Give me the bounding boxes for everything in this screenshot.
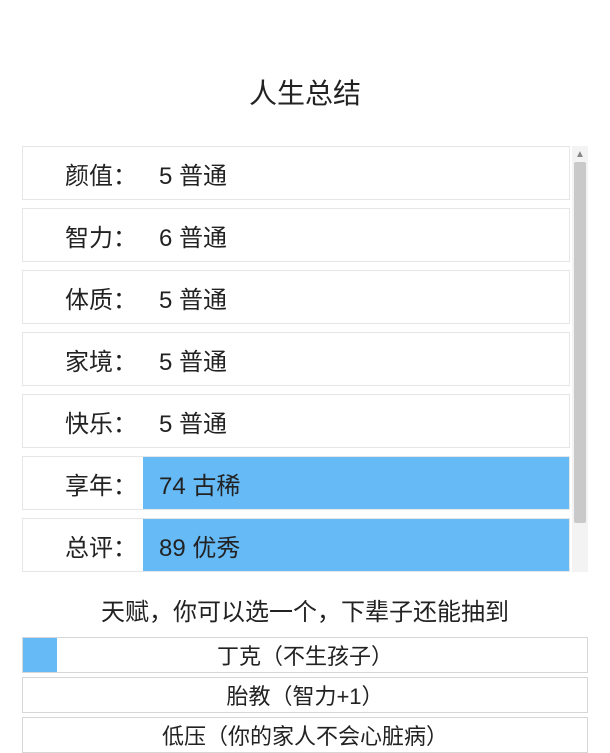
talent-item[interactable]: 丁克（不生孩子） <box>22 637 588 673</box>
stat-row: 颜值：5 普通 <box>22 146 570 200</box>
stat-label: 体质： <box>23 271 143 323</box>
page-title: 人生总结 <box>0 0 610 146</box>
scroll-up-icon[interactable]: ▲ <box>572 146 588 162</box>
stat-label: 享年： <box>23 457 143 509</box>
talent-list: 丁克（不生孩子） 胎教（智力+1） 低压（你的家人不会心脏病） <box>22 637 588 753</box>
stat-label: 快乐： <box>23 395 143 447</box>
scroll-track[interactable] <box>572 162 588 572</box>
stat-value: 5 普通 <box>143 395 569 447</box>
stat-value: 74 古稀 <box>143 457 569 509</box>
stat-label: 颜值： <box>23 147 143 199</box>
selected-indicator <box>23 638 57 672</box>
talent-prompt: 天赋，你可以选一个，下辈子还能抽到 <box>0 592 610 627</box>
stat-row: 智力：6 普通 <box>22 208 570 262</box>
talent-item[interactable]: 胎教（智力+1） <box>22 677 588 713</box>
talent-label: 丁克（不生孩子） <box>217 639 393 671</box>
stat-row: 享年：74 古稀 <box>22 456 570 510</box>
stat-label: 家境： <box>23 333 143 385</box>
stat-label: 总评： <box>23 519 143 571</box>
talent-label: 胎教（智力+1） <box>226 679 383 711</box>
stat-value: 6 普通 <box>143 209 569 261</box>
scrollbar[interactable]: ▲ <box>572 146 588 572</box>
stat-row: 快乐：5 普通 <box>22 394 570 448</box>
stat-value: 5 普通 <box>143 147 569 199</box>
stat-value: 89 优秀 <box>143 519 569 571</box>
stat-row: 总评：89 优秀 <box>22 518 570 572</box>
stat-row: 家境：5 普通 <box>22 332 570 386</box>
talent-label: 低压（你的家人不会心脏病） <box>162 719 448 751</box>
scroll-thumb[interactable] <box>574 162 586 523</box>
stat-value: 5 普通 <box>143 271 569 323</box>
stat-value: 5 普通 <box>143 333 569 385</box>
stat-label: 智力： <box>23 209 143 261</box>
stats-area: 颜值：5 普通智力：6 普通体质：5 普通家境：5 普通快乐：5 普通享年：74… <box>22 146 588 572</box>
stats-list: 颜值：5 普通智力：6 普通体质：5 普通家境：5 普通快乐：5 普通享年：74… <box>22 146 588 572</box>
talent-item[interactable]: 低压（你的家人不会心脏病） <box>22 717 588 753</box>
stat-row: 体质：5 普通 <box>22 270 570 324</box>
